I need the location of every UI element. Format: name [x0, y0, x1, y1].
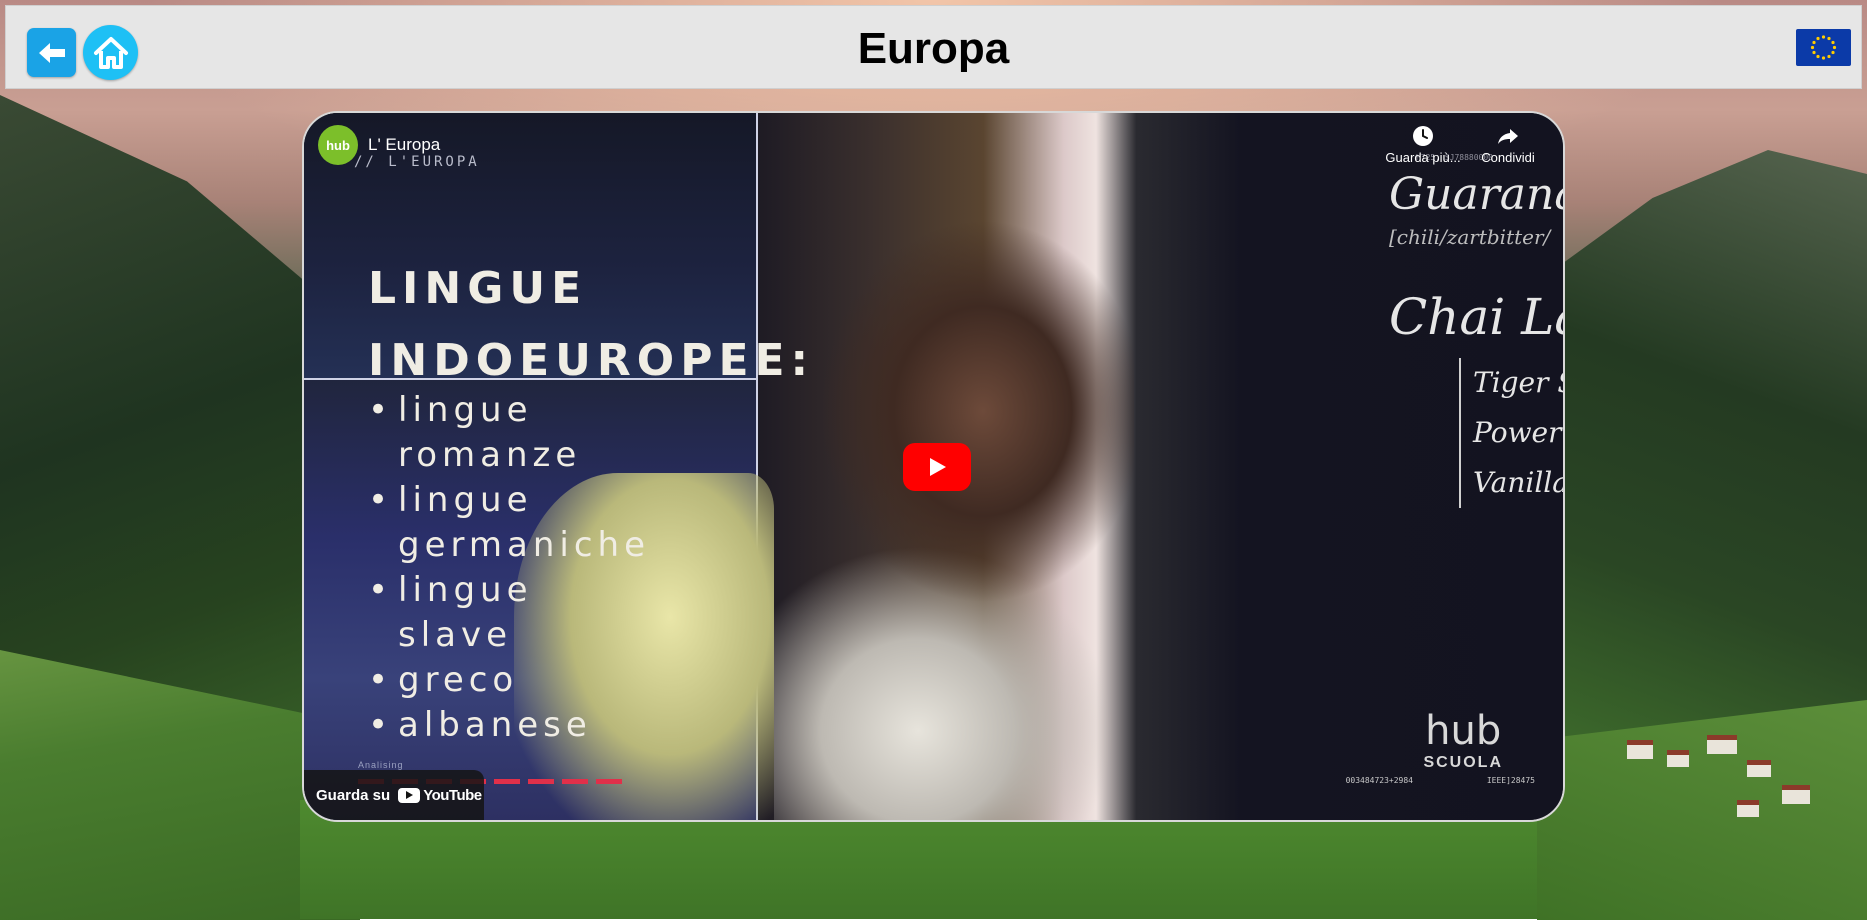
scuola-logo-text: SCUOLA: [1423, 754, 1503, 771]
youtube-icon: [398, 787, 421, 803]
top-header: Europa: [5, 5, 1862, 89]
share-label: Condividi: [1481, 150, 1535, 165]
slide-heading-line: LINGUE: [368, 263, 588, 314]
hub-scuola-logo: hub SCUOLA: [1423, 708, 1503, 772]
slide-list-item: linguegermaniche: [368, 478, 650, 568]
video-player[interactable]: Guarana [chili/zartbitter/ Chai Latte Ti…: [302, 111, 1565, 822]
chalkboard-list: Tiger Spice Power Chai Vanilla Chai: [1459, 358, 1565, 508]
slide-list-item: lingueromanze: [368, 388, 650, 478]
slide-list-item: greco: [368, 658, 650, 703]
slide-caption: Analising: [358, 760, 404, 770]
watch-later-button[interactable]: Guarda più...: [1383, 125, 1463, 165]
watch-on-label: Guarda su: [316, 786, 391, 804]
play-button[interactable]: [903, 443, 971, 491]
watch-later-label: Guarda più...: [1385, 150, 1461, 165]
chalkboard-line: Chai Latte: [1389, 288, 1563, 346]
slide-list: lingueromanze linguegermaniche linguesla…: [368, 388, 650, 748]
slide-list-item: lingueslave: [368, 568, 650, 658]
chalkboard: Guarana [chili/zartbitter/ Chai Latte Ti…: [1389, 143, 1563, 643]
chalkboard-item: Power Chai: [1473, 416, 1563, 449]
hub-logo-text: hub: [1425, 708, 1502, 754]
chalkboard-item: Vanilla Chai: [1473, 466, 1565, 499]
slide-list-item: albanese: [368, 703, 650, 748]
channel-logo[interactable]: hub: [318, 125, 358, 165]
slide-heading: LINGUE INDOEUROPEE:: [368, 253, 814, 397]
brand-code: 003484723+2984: [1345, 776, 1413, 785]
village: [1617, 730, 1827, 840]
share-button[interactable]: Condividi: [1473, 125, 1543, 165]
chalkboard-line: Guarana: [1389, 169, 1565, 220]
brand-code: IEEE]28475: [1486, 776, 1535, 785]
video-slide-panel: LINGUE INDOEUROPEE: lingueromanze lingue…: [304, 113, 808, 820]
eu-flag-icon: [1796, 29, 1851, 66]
play-icon: [930, 458, 946, 476]
slide-heading-line: INDOEUROPEE:: [368, 335, 815, 386]
chalkboard-item: Tiger Spice: [1473, 366, 1563, 399]
watch-on-youtube-button[interactable]: Guarda su YouTube: [304, 770, 484, 820]
share-icon: [1498, 129, 1518, 144]
youtube-logo: YouTube: [398, 786, 482, 804]
video-subtitle: // L'EUROPA: [354, 154, 480, 170]
youtube-wordmark: YouTube: [423, 786, 482, 804]
video-title[interactable]: L' Europa: [368, 135, 440, 155]
page-title: Europa: [857, 24, 1010, 73]
clock-icon: [1413, 126, 1433, 146]
chalkboard-line: [chili/zartbitter/: [1389, 225, 1551, 249]
